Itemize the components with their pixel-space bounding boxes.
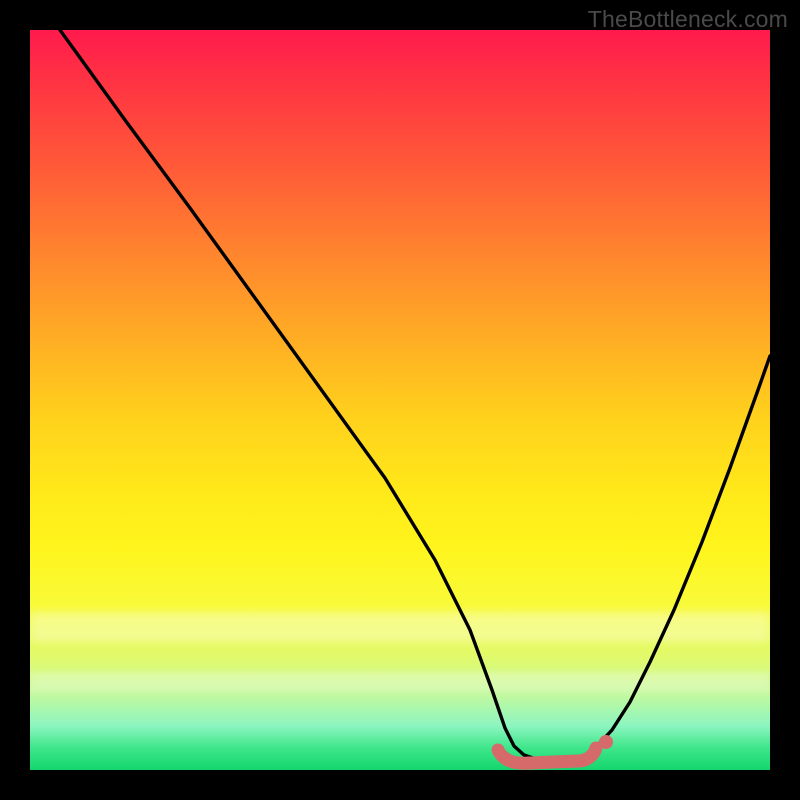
watermark-text: TheBottleneck.com xyxy=(588,6,788,33)
chart-area xyxy=(30,30,770,770)
bottleneck-curve-path xyxy=(60,30,770,760)
optimal-range-marker xyxy=(498,748,596,763)
optimal-point-dot xyxy=(599,735,613,749)
curve-svg xyxy=(30,30,770,770)
